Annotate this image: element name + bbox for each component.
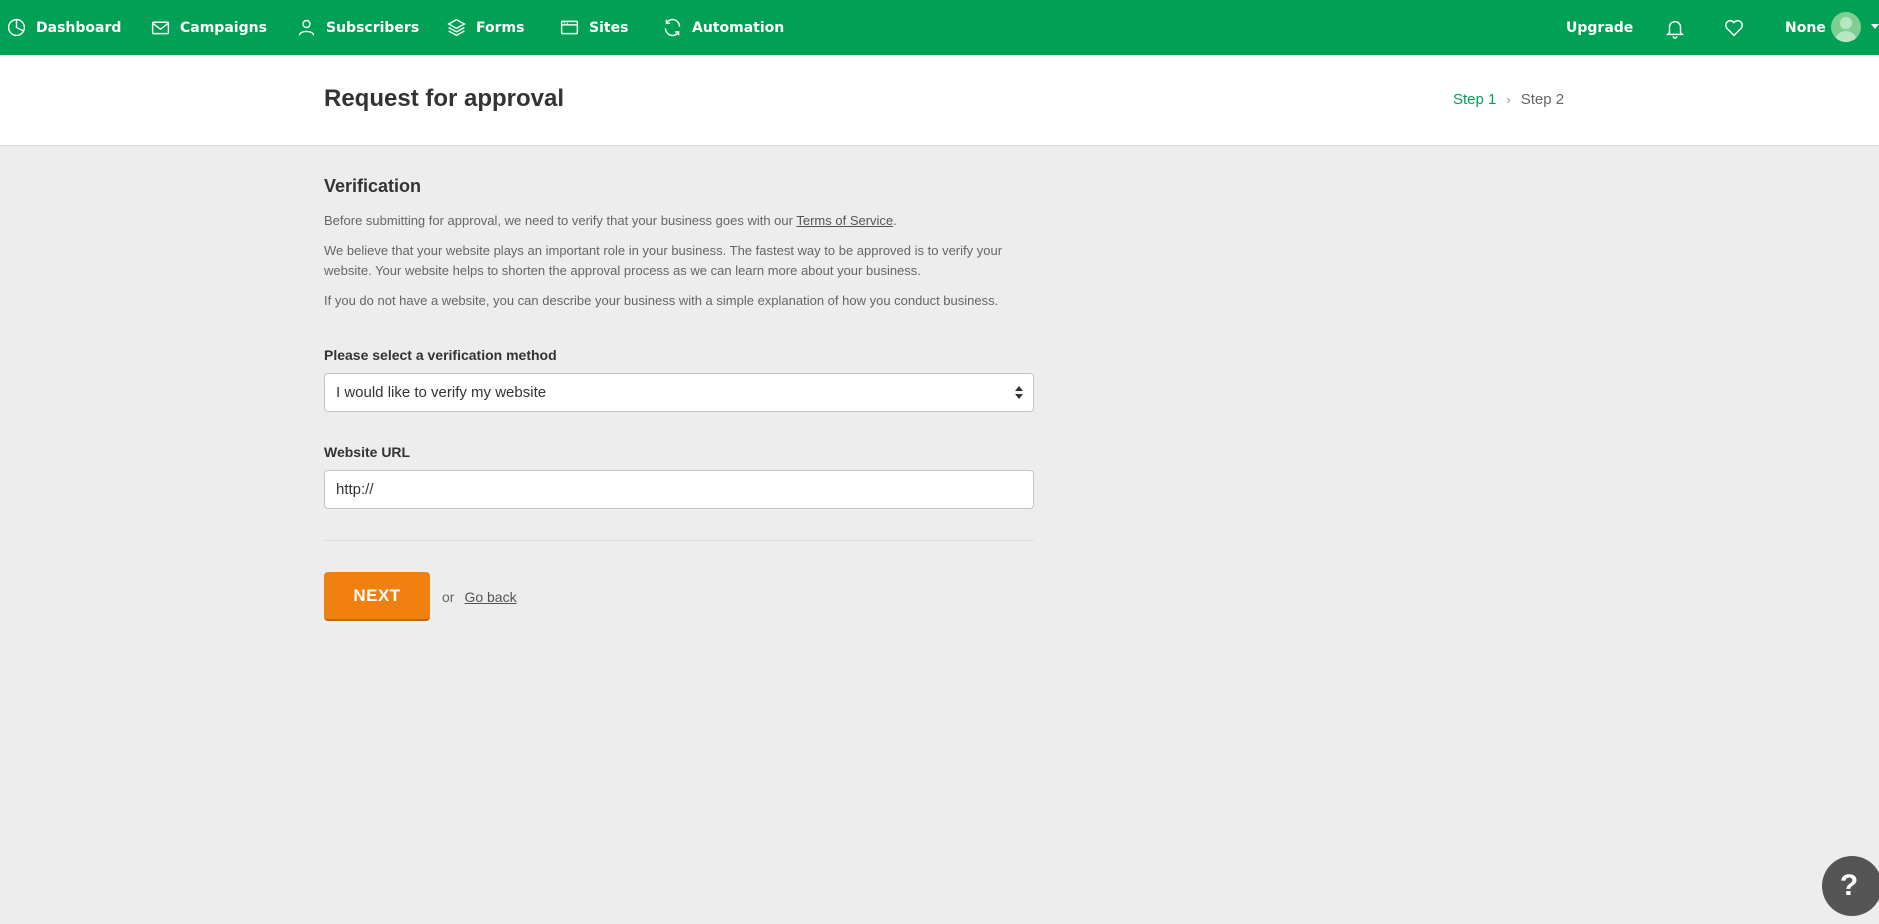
nav-item-label: Forms — [476, 19, 525, 36]
step-2: Step 2 — [1520, 91, 1565, 108]
step-1: Step 1 — [1453, 91, 1497, 108]
go-back-link[interactable]: Go back — [464, 589, 516, 605]
upgrade-link[interactable]: Upgrade — [1566, 0, 1633, 55]
select-arrows-icon — [1015, 386, 1023, 400]
notifications-button[interactable] — [1664, 0, 1686, 55]
step-breadcrumb: Step 1 › Step 2 — [1453, 91, 1564, 108]
nav-item-dashboard[interactable]: Dashboard — [6, 0, 121, 55]
nav-item-label: Campaigns — [180, 19, 267, 36]
intro-suffix: . — [893, 213, 897, 228]
verification-form: Verification Before submitting for appro… — [324, 176, 1034, 621]
pie-chart-icon — [7, 18, 26, 37]
nav-item-label: Sites — [589, 19, 629, 36]
avatar[interactable] — [1831, 12, 1861, 42]
page-header: Request for approval Step 1 › Step 2 — [0, 55, 1879, 146]
heart-icon — [1725, 19, 1743, 36]
person-icon — [298, 19, 315, 36]
page-title: Request for approval — [324, 85, 565, 112]
nav-item-automation[interactable]: Automation — [662, 0, 784, 55]
website-paragraph: We believe that your website plays an im… — [324, 243, 1003, 278]
bell-icon — [1665, 20, 1685, 39]
envelope-icon — [151, 21, 170, 35]
favorites-button[interactable] — [1723, 0, 1745, 55]
nav-item-sites[interactable]: Sites — [559, 0, 628, 55]
nav-item-label: Subscribers — [326, 19, 420, 36]
nav-item-label: Dashboard — [36, 19, 122, 36]
nav-item-campaigns[interactable]: Campaigns — [150, 0, 267, 55]
method-label: Please select a verification method — [324, 347, 557, 363]
no-website-paragraph: If you do not have a website, you can de… — [324, 293, 999, 308]
terms-of-service-link[interactable]: Terms of Service — [796, 213, 893, 228]
section-title: Verification — [324, 176, 422, 196]
nav-item-label: Automation — [692, 19, 785, 36]
nav-item-subscribers[interactable]: Subscribers — [296, 0, 419, 55]
select-value: I would like to verify my website — [336, 384, 547, 401]
refresh-icon — [664, 18, 681, 37]
or-text: or — [442, 588, 455, 605]
chevron-down-icon[interactable] — [1871, 24, 1879, 29]
top-navigation: Dashboard Campaigns Subscribers Forms Si… — [0, 0, 1879, 55]
form-actions: NEXT or Go back — [324, 572, 1034, 621]
help-button[interactable]: ? — [1822, 856, 1879, 916]
browser-window-icon — [560, 20, 579, 35]
next-button[interactable]: NEXT — [324, 572, 430, 621]
layers-icon — [447, 18, 466, 37]
intro-paragraph: Before submitting for approval, we need … — [324, 211, 1034, 231]
divider — [324, 540, 1034, 541]
nav-item-forms[interactable]: Forms — [446, 0, 524, 55]
website-url-input[interactable]: http:// — [324, 470, 1034, 509]
user-name[interactable]: None — [1785, 0, 1826, 55]
url-label: Website URL — [324, 444, 411, 460]
verification-method-select[interactable]: I would like to verify my website — [324, 373, 1034, 412]
intro-text: Before submitting for approval, we need … — [324, 213, 797, 228]
chevron-right-icon: › — [1506, 92, 1511, 107]
